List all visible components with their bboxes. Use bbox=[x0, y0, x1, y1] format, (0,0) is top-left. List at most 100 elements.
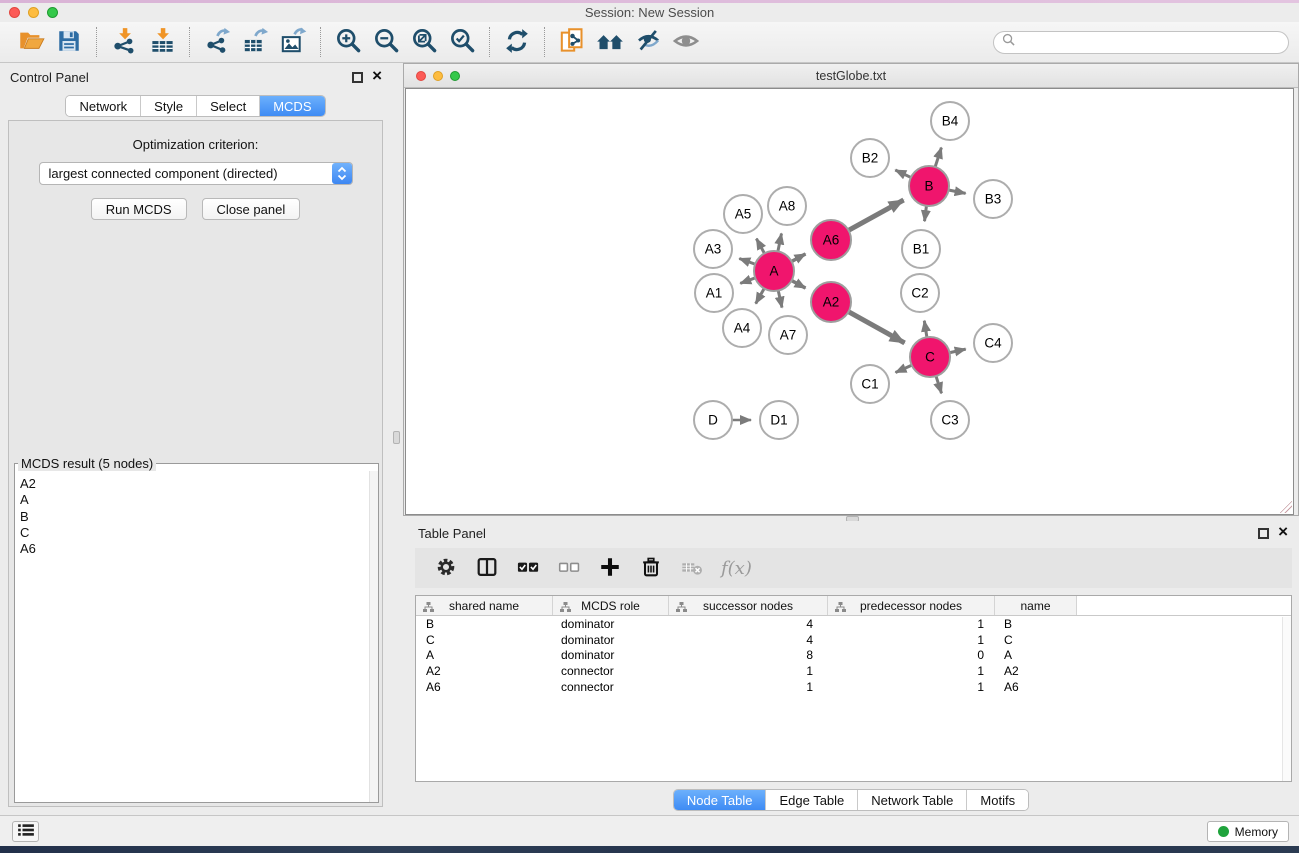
memory-button[interactable]: Memory bbox=[1207, 821, 1289, 842]
column-header-successor-nodes[interactable]: successor nodes bbox=[669, 596, 828, 615]
table-cell[interactable]: 1 bbox=[828, 664, 995, 678]
tab-style[interactable]: Style bbox=[140, 96, 196, 116]
zoom-in-button[interactable] bbox=[329, 24, 367, 60]
table-cell[interactable]: C bbox=[995, 633, 1077, 647]
network-window-title-bar[interactable]: testGlobe.txt bbox=[404, 64, 1298, 88]
table-cell[interactable]: A bbox=[416, 648, 553, 662]
table-cell[interactable]: 4 bbox=[669, 633, 828, 647]
table-cell[interactable]: B bbox=[416, 617, 553, 631]
result-scrollbar[interactable] bbox=[369, 471, 378, 802]
tab-select[interactable]: Select bbox=[196, 96, 259, 116]
zoom-fit-button[interactable] bbox=[405, 24, 443, 60]
close-panel-button[interactable]: Close panel bbox=[202, 198, 301, 220]
table-cell[interactable]: dominator bbox=[553, 648, 669, 662]
table-cell[interactable]: 8 bbox=[669, 648, 828, 662]
open-session-button[interactable] bbox=[12, 24, 50, 60]
import-table-button[interactable] bbox=[143, 24, 181, 60]
deselect-all-button[interactable] bbox=[555, 554, 583, 582]
export-table-button[interactable] bbox=[236, 24, 274, 60]
zoom-selected-button[interactable] bbox=[443, 24, 481, 60]
table-cell[interactable]: 1 bbox=[828, 633, 995, 647]
tab-node-table[interactable]: Node Table bbox=[674, 790, 766, 810]
tab-edge-table[interactable]: Edge Table bbox=[765, 790, 857, 810]
import-network-button[interactable] bbox=[105, 24, 143, 60]
hide-selected-button[interactable] bbox=[667, 24, 705, 60]
table-row[interactable]: A6connector11A6 bbox=[416, 679, 1291, 695]
export-image-button[interactable] bbox=[274, 24, 312, 60]
first-neighbors-button[interactable] bbox=[591, 24, 629, 60]
result-item[interactable]: B bbox=[20, 509, 369, 525]
result-item[interactable]: C bbox=[20, 525, 369, 541]
first-neighbors-icon bbox=[596, 27, 624, 58]
table-cell[interactable]: A2 bbox=[995, 664, 1077, 678]
column-header-predecessor-nodes[interactable]: predecessor nodes bbox=[828, 596, 995, 615]
column-header-name[interactable]: name bbox=[995, 596, 1077, 615]
graph-node-label-B3: B3 bbox=[985, 192, 1002, 207]
result-item[interactable]: A bbox=[20, 492, 369, 508]
edge-C-C3[interactable] bbox=[935, 374, 941, 393]
run-mcds-button[interactable]: Run MCDS bbox=[91, 198, 187, 220]
graphics-details-button[interactable] bbox=[629, 24, 667, 60]
column-header-shared-name[interactable]: shared name bbox=[416, 596, 553, 615]
table-cell[interactable]: A bbox=[995, 648, 1077, 662]
table-cell[interactable]: C bbox=[416, 633, 553, 647]
result-item[interactable]: A2 bbox=[20, 476, 369, 492]
delete-table-button[interactable] bbox=[678, 554, 706, 582]
table-header-row[interactable]: shared nameMCDS rolesuccessor nodesprede… bbox=[416, 596, 1291, 616]
table-panel-title: Table Panel bbox=[418, 526, 486, 541]
tab-network[interactable]: Network bbox=[66, 96, 140, 116]
table-cell[interactable]: connector bbox=[553, 664, 669, 678]
table-cell[interactable]: A6 bbox=[995, 680, 1077, 694]
tab-mcds[interactable]: MCDS bbox=[259, 96, 324, 116]
task-history-button[interactable] bbox=[12, 821, 39, 842]
edge-A-A8[interactable] bbox=[778, 234, 782, 254]
table-scrollbar[interactable] bbox=[1282, 617, 1291, 781]
delete-button[interactable] bbox=[637, 554, 665, 582]
close-panel-icon[interactable]: × bbox=[372, 66, 382, 86]
toolbar-separator bbox=[320, 27, 321, 57]
table-row[interactable]: Cdominator41C bbox=[416, 632, 1291, 648]
refresh-button[interactable] bbox=[498, 24, 536, 60]
network-canvas[interactable]: B4B2BB3B1A5A8A6A3AA1A2A4A7C2CC4C1C3DD1 bbox=[405, 88, 1294, 515]
result-item[interactable]: A6 bbox=[20, 541, 369, 557]
close-panel-icon[interactable]: × bbox=[1278, 522, 1288, 542]
table-cell[interactable]: 1 bbox=[828, 680, 995, 694]
edge-A6-B[interactable] bbox=[847, 200, 904, 231]
tab-network-table[interactable]: Network Table bbox=[857, 790, 966, 810]
column-view-button[interactable] bbox=[473, 554, 501, 582]
vertical-splitter[interactable] bbox=[391, 63, 403, 815]
table-row[interactable]: Bdominator41B bbox=[416, 616, 1291, 632]
float-panel-icon[interactable] bbox=[352, 72, 363, 83]
table-cell[interactable]: 4 bbox=[669, 617, 828, 631]
new-network-from-selection-button[interactable] bbox=[553, 24, 591, 60]
table-cell[interactable]: connector bbox=[553, 680, 669, 694]
save-session-button[interactable] bbox=[50, 24, 88, 60]
search-field[interactable] bbox=[993, 31, 1289, 54]
edge-B-B4[interactable] bbox=[935, 148, 942, 169]
splitter-handle[interactable] bbox=[393, 431, 400, 444]
table-cell[interactable]: 1 bbox=[669, 664, 828, 678]
table-row[interactable]: A2connector11A2 bbox=[416, 663, 1291, 679]
search-input[interactable] bbox=[1020, 35, 1288, 49]
tab-motifs[interactable]: Motifs bbox=[966, 790, 1028, 810]
table-cell[interactable]: 0 bbox=[828, 648, 995, 662]
export-network-button[interactable] bbox=[198, 24, 236, 60]
settings-gear-button[interactable] bbox=[432, 554, 460, 582]
table-cell[interactable]: dominator bbox=[553, 633, 669, 647]
table-cell[interactable]: 1 bbox=[669, 680, 828, 694]
mcds-result-list[interactable]: A2ABCA6 bbox=[15, 473, 369, 802]
zoom-out-button[interactable] bbox=[367, 24, 405, 60]
edge-A2-C[interactable] bbox=[847, 311, 905, 343]
float-panel-icon[interactable] bbox=[1258, 528, 1269, 539]
resize-grip[interactable] bbox=[1280, 501, 1292, 513]
table-cell[interactable]: A2 bbox=[416, 664, 553, 678]
table-cell[interactable]: A6 bbox=[416, 680, 553, 694]
table-cell[interactable]: B bbox=[995, 617, 1077, 631]
select-all-button[interactable] bbox=[514, 554, 542, 582]
table-cell[interactable]: 1 bbox=[828, 617, 995, 631]
table-cell[interactable]: dominator bbox=[553, 617, 669, 631]
column-header-MCDS-role[interactable]: MCDS role bbox=[553, 596, 669, 615]
optimization-criterion-dropdown[interactable]: largest connected component (directed) bbox=[39, 162, 353, 185]
add-column-button[interactable] bbox=[596, 554, 624, 582]
table-row[interactable]: Adominator80A bbox=[416, 648, 1291, 664]
